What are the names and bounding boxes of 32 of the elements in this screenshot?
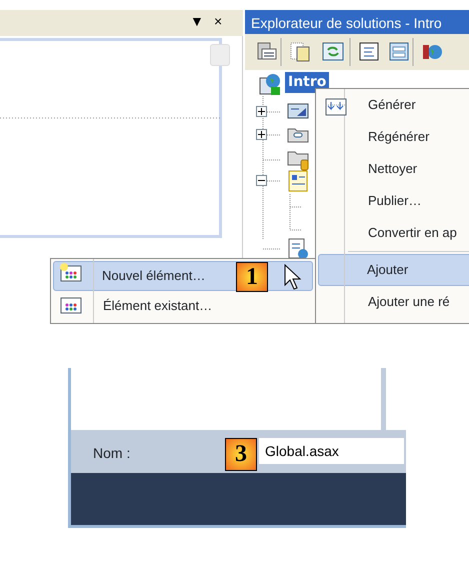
toolbar-separator (412, 38, 414, 66)
menu-item[interactable]: Convertir en ap (316, 217, 469, 249)
grid-icon[interactable] (388, 41, 410, 63)
menu-item[interactable]: Publier… (316, 185, 469, 217)
callout-badge: 3 (225, 438, 257, 471)
menu-item[interactable]: Nettoyer (316, 153, 469, 185)
dropdown-button[interactable]: ▼ (190, 14, 204, 28)
tree-item[interactable]: Intro (285, 72, 330, 93)
collapse-icon[interactable] (256, 175, 267, 186)
existing-item-icon (60, 295, 82, 315)
page-icon (287, 170, 309, 192)
name-field[interactable]: Global.asax (259, 438, 404, 464)
toolbar-separator (280, 38, 282, 66)
expand-icon[interactable] (256, 106, 267, 117)
name-label: Nom : (93, 444, 130, 463)
new-item-icon (60, 263, 82, 283)
list-icon[interactable] (358, 41, 380, 63)
menu-item[interactable]: Ajouter une ré (316, 286, 469, 318)
menu-item[interactable]: Régénérer (316, 121, 469, 153)
document-icon[interactable] (289, 41, 311, 63)
callout-badge: 1 (236, 262, 268, 292)
refresh-icon[interactable] (322, 41, 344, 63)
expand-icon[interactable] (256, 129, 267, 140)
project-icon (258, 72, 282, 96)
mouse-pointer-icon (283, 264, 303, 292)
menu-item[interactable]: Élément existant… (51, 291, 315, 321)
menu-item[interactable]: Ajouter (318, 254, 469, 286)
toolbar-separator (349, 38, 351, 66)
database-folder-icon (287, 149, 309, 171)
close-button[interactable]: × (214, 14, 222, 28)
tree-line (289, 194, 291, 230)
panel-title: Explorateur de solutions - Intro (245, 10, 469, 34)
